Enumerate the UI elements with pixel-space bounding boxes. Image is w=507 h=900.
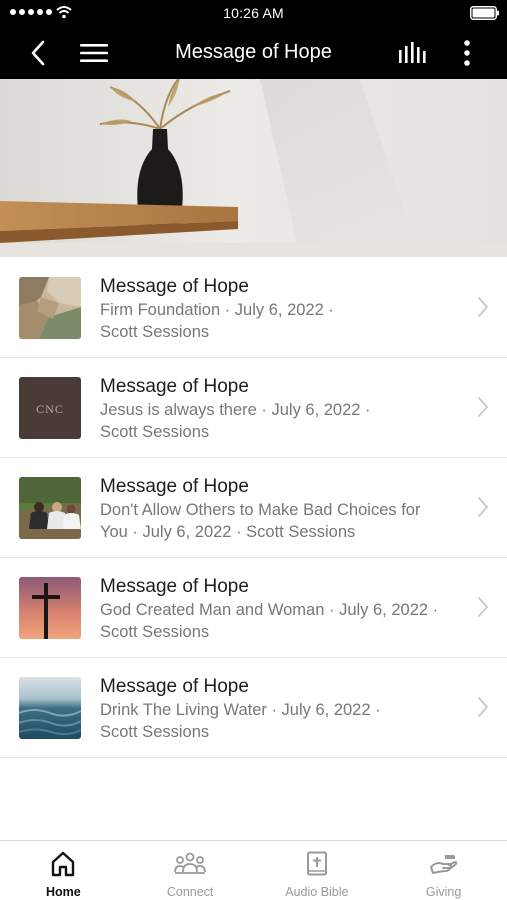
chevron-right-icon [478,397,488,417]
item-title: Message of Hope [100,576,249,597]
item-subtitle: Jesus is always there · July 6, 2022 · [100,401,371,419]
tab-audio-bible[interactable]: Audio Bible [254,841,381,900]
giving-hand-icon [429,855,457,874]
thumbnail-image: CNC [19,377,81,439]
back-button[interactable] [20,26,56,79]
thumbnail-image [19,577,81,639]
list-item[interactable]: Message of Hope Don't Allow Others to Ma… [0,458,507,558]
chevron-right-icon [478,497,488,517]
item-text: Message of Hope Don't Allow Others to Ma… [100,475,460,543]
item-title: Message of Hope [100,276,249,297]
more-options-button[interactable] [447,26,487,79]
status-time: 10:26 AM [223,5,284,21]
item-subtitle: God Created Man and Woman · July 6, 2022… [100,601,439,619]
vertical-dots-icon [464,39,470,66]
list-item[interactable]: Message of Hope Firm Foundation · July 6… [0,258,507,358]
item-author: Scott Sessions [100,623,210,641]
tab-label: Connect [166,885,214,899]
tab-giving[interactable]: Giving [380,841,507,900]
tab-label: Home [46,885,81,899]
item-subtitle: Firm Foundation · July 6, 2022 · [100,301,334,319]
thumbnail-image [19,677,81,739]
tab-bar: Home Connect Audio Bible Giving [0,840,507,900]
tab-label: Giving [425,885,462,899]
item-title: Message of Hope [100,476,249,497]
item-title: Message of Hope [100,676,249,697]
people-icon [174,852,207,874]
chevron-right-icon [478,297,488,317]
tab-home[interactable]: Home [0,841,127,900]
thumbnail-image [19,477,81,539]
chevron-right-icon [478,697,488,717]
item-text: Message of Hope Jesus is always there · … [100,375,460,443]
chevron-right-icon [478,597,488,617]
item-subtitle: Don't Allow Others to Make Bad Choices f… [100,501,421,519]
navigation-bar: Message of Hope [0,26,507,79]
list-item[interactable]: CNC Message of Hope Jesus is always ther… [0,358,507,458]
audio-button[interactable] [391,26,435,79]
audio-bars-icon [399,41,426,63]
item-text: Message of Hope God Created Man and Woma… [100,575,460,643]
list-item[interactable]: Message of Hope God Created Man and Woma… [0,558,507,658]
menu-button[interactable] [72,26,116,79]
battery-icon [470,6,500,25]
item-author: Scott Sessions [100,723,210,741]
item-text: Message of Hope Firm Foundation · July 6… [100,275,460,343]
page-title: Message of Hope [175,41,332,63]
app-screen: 10:26 AM Message of Hope Message of Hope… [0,0,507,900]
item-author: You · July 6, 2022 · Scott Sessions [100,523,356,541]
bible-icon [306,851,327,876]
message-list: Message of Hope Firm Foundation · July 6… [0,258,507,758]
item-author: Scott Sessions [100,423,210,441]
item-title: Message of Hope [100,376,249,397]
tab-connect[interactable]: Connect [127,841,254,900]
item-subtitle: Drink The Living Water · July 6, 2022 · [100,701,381,719]
item-text: Message of Hope Drink The Living Water ·… [100,675,460,743]
item-author: Scott Sessions [100,323,210,341]
list-item[interactable]: Message of Hope Drink The Living Water ·… [0,658,507,758]
thumbnail-image [19,277,81,339]
chevron-left-icon [31,40,45,65]
hamburger-icon [80,43,108,62]
home-icon [52,851,75,877]
hero-image [0,79,507,257]
thumbnail-logo-text: CNC [36,402,64,416]
status-bar: 10:26 AM [0,0,507,26]
tab-label: Audio Bible [285,885,349,899]
